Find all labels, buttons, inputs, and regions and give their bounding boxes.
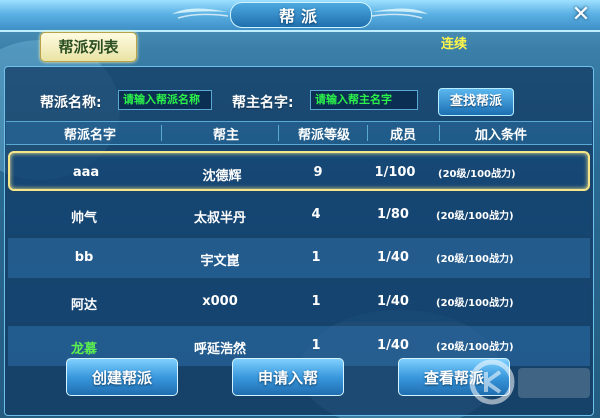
guild-name-cell: 阿达 <box>70 298 97 313</box>
level-cell: 1 <box>311 250 321 265</box>
column-divider <box>439 125 440 141</box>
window-title-bar: 帮派 ✕ <box>0 0 600 32</box>
watermark-logo <box>469 359 590 405</box>
leader-cell: 沈德辉 <box>202 169 242 184</box>
level-cell: 1 <box>311 338 321 353</box>
game-screen: 帮派 ✕ 帮派列表 连续 帮派名称: 请输入帮派名称 帮主名字: 请输入帮主名字… <box>0 0 600 418</box>
find-guild-button[interactable]: 查找帮派 <box>438 88 514 116</box>
guild-name-label: 帮派名称: <box>40 95 102 111</box>
leader-cell: 太叔半丹 <box>193 211 246 226</box>
column-header: 成员 <box>389 128 416 143</box>
column-header: 帮主 <box>212 128 239 143</box>
table-row[interactable]: 帅气 太叔半丹 4 1/80 (20级/100战力) <box>8 195 590 235</box>
ornament-left-icon <box>172 8 229 19</box>
guild-name-cell: 龙慕 <box>70 342 97 357</box>
tab-highlighted[interactable]: 连续 <box>441 33 467 52</box>
table-header: 帮派名字 帮主 帮派等级 成员 加入条件 <box>6 121 592 145</box>
level-cell: 4 <box>311 207 321 222</box>
members-cell: 1/40 <box>377 294 409 309</box>
column-divider <box>278 125 279 141</box>
condition-cell: (20级/100战力) <box>436 254 514 265</box>
level-cell: 9 <box>313 165 323 180</box>
members-cell: 1/80 <box>377 207 409 222</box>
guild-name-cell: bb <box>74 250 94 265</box>
ornament-right-icon <box>371 8 428 19</box>
members-cell: 1/40 <box>377 338 409 353</box>
leader-name-label: 帮主名字: <box>232 95 294 111</box>
tab-guild-list[interactable]: 帮派列表 <box>40 32 137 62</box>
table-row[interactable]: aaa 沈德辉 9 1/100 (20级/100战力) <box>8 151 590 191</box>
condition-cell: (20级/100战力) <box>438 169 516 180</box>
condition-cell: (20级/100战力) <box>436 298 514 309</box>
column-header: 帮派名字 <box>63 128 116 143</box>
leader-cell: 宇文崑 <box>200 254 240 269</box>
leader-cell: x000 <box>202 294 238 309</box>
search-bar: 帮派名称: 请输入帮派名称 帮主名字: 请输入帮主名字 查找帮派 <box>0 88 600 116</box>
column-header: 帮派等级 <box>297 128 350 143</box>
leader-cell: 呼延浩然 <box>193 342 246 357</box>
condition-cell: (20级/100战力) <box>436 211 514 222</box>
level-cell: 1 <box>311 294 321 309</box>
window-title: 帮派 <box>230 2 372 28</box>
close-button[interactable]: ✕ <box>568 2 594 28</box>
leader-name-input[interactable]: 请输入帮主名字 <box>310 90 418 110</box>
create-guild-button[interactable]: 创建帮派 <box>66 358 178 396</box>
column-divider <box>161 125 162 141</box>
members-cell: 1/40 <box>377 250 409 265</box>
guild-name-cell: aaa <box>72 165 100 180</box>
apply-join-button[interactable]: 申请入帮 <box>232 358 344 396</box>
table-row[interactable]: 阿达 x000 1 1/40 (20级/100战力) <box>8 282 590 322</box>
guild-name-cell: 帅气 <box>70 211 97 226</box>
guild-name-input[interactable]: 请输入帮派名称 <box>118 90 212 110</box>
table-row[interactable]: bb 宇文崑 1 1/40 (20级/100战力) <box>8 238 590 278</box>
members-cell: 1/100 <box>374 165 416 180</box>
column-header: 加入条件 <box>474 128 527 143</box>
